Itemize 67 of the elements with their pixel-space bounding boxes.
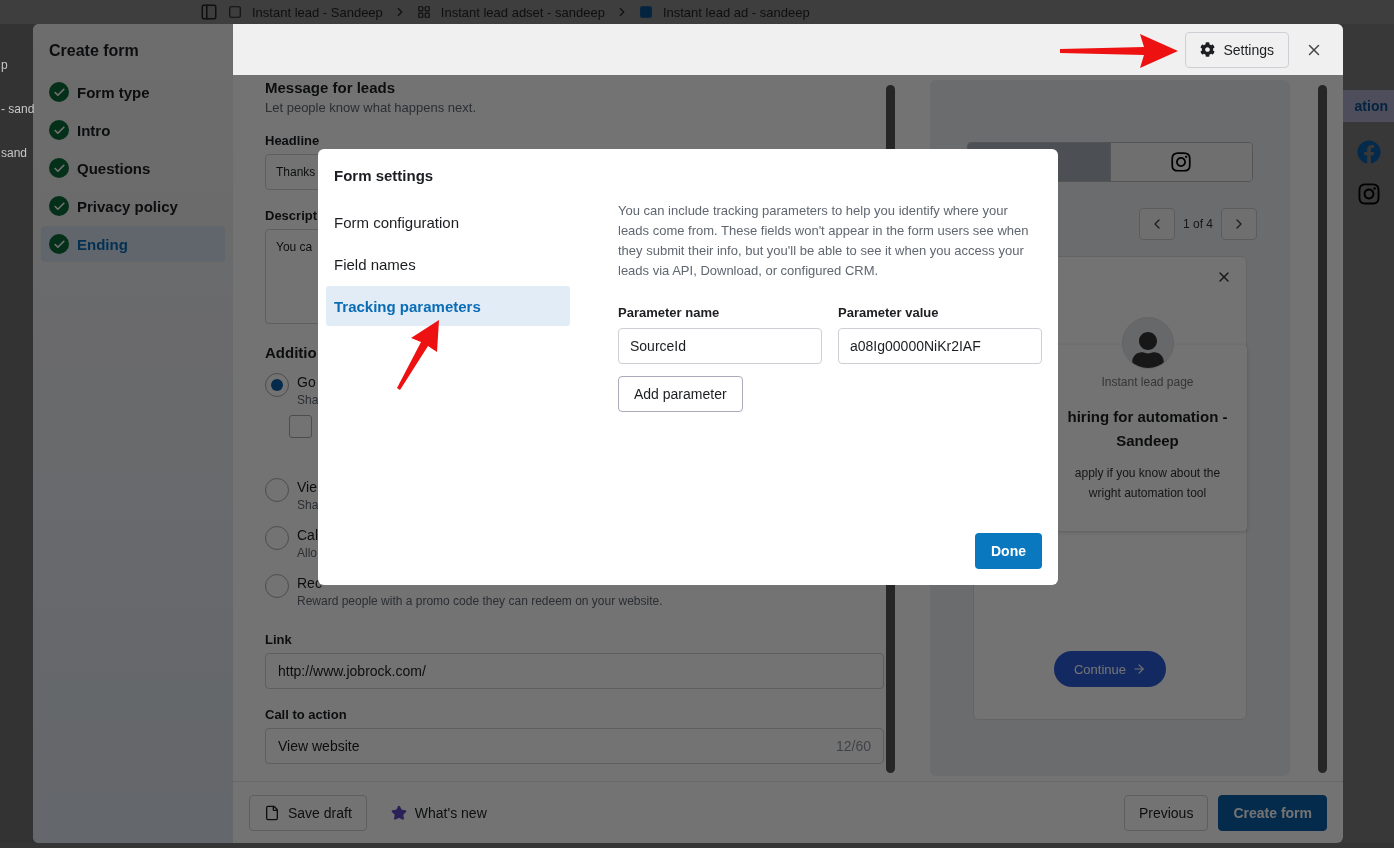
- field-label: Parameter value: [838, 305, 940, 320]
- grid-icon: [416, 5, 431, 19]
- instagram-icon[interactable]: [1356, 182, 1381, 206]
- checkbox[interactable]: [289, 415, 312, 438]
- sidebar-text: - sand: [1, 102, 35, 116]
- instagram-icon: [1170, 151, 1193, 173]
- radio-button[interactable]: [265, 526, 289, 550]
- previous-page-button[interactable]: [1138, 208, 1175, 240]
- card-text: apply if you know about the wright automation tool: [1074, 465, 1221, 502]
- parameter-name-field[interactable]: SourceId: [618, 328, 822, 364]
- step-item[interactable]: Intro: [41, 112, 225, 148]
- option-title: Go: [297, 373, 317, 391]
- dialog-title: Form settings: [333, 166, 435, 186]
- create-form-button[interactable]: Create form: [1218, 794, 1327, 831]
- link-field[interactable]: http://www.jobrock.com/: [265, 653, 884, 689]
- settings-nav-item[interactable]: Tracking parameters: [326, 286, 570, 326]
- radio-button[interactable]: [265, 574, 289, 598]
- sidebar-text: p: [1, 58, 8, 72]
- field-label: Parameter name: [618, 305, 721, 320]
- platform-tab[interactable]: [1109, 143, 1252, 181]
- square-icon: [228, 5, 242, 19]
- option-title: Vie: [297, 478, 318, 496]
- field-label: Descript: [265, 208, 318, 223]
- settings-button[interactable]: Settings: [1185, 31, 1289, 68]
- done-button[interactable]: Done: [975, 533, 1042, 569]
- field-label: Headline: [265, 133, 320, 148]
- section-title: Message for leads: [265, 79, 396, 96]
- tracking-description: You can include tracking parameters to help you identify where your leads come from. These fields won't appear in the form users see when they submit their info, but you'll be able to see it when you access your leads via API, Download, or configured CRM.: [618, 202, 1030, 280]
- card-headline: hiring for automation - Sandeep: [1067, 407, 1228, 451]
- previous-button[interactable]: Previous: [1123, 794, 1209, 831]
- star-icon: [390, 804, 407, 821]
- step-item[interactable]: Privacy policy: [41, 188, 225, 224]
- continue-button[interactable]: Continue: [1053, 651, 1166, 687]
- settings-nav-item[interactable]: Field names: [326, 244, 570, 284]
- field-label: Link: [265, 632, 292, 647]
- save-draft-button[interactable]: Save draft: [249, 794, 367, 831]
- section-title: Additio: [265, 344, 317, 361]
- sidebar-title: Create form: [48, 42, 140, 61]
- option-title: Rec: [297, 574, 323, 592]
- step-item[interactable]: Form type: [41, 74, 225, 110]
- page-name: Instant lead page: [1101, 375, 1194, 389]
- option-description: Reward people with a promo code they can redeem on your website.: [297, 593, 663, 610]
- radio-button[interactable]: [265, 478, 289, 502]
- option-description: Sha: [297, 392, 319, 409]
- option-title: Cal: [297, 526, 318, 544]
- whats-new-link[interactable]: What's new: [384, 803, 493, 822]
- sidebar-text: sand: [1, 146, 28, 160]
- facebook-icon[interactable]: [1356, 140, 1381, 164]
- add-parameter-button[interactable]: Add parameter: [618, 376, 743, 412]
- scrollbar[interactable]: [1318, 85, 1327, 773]
- settings-nav-item[interactable]: Form configuration: [326, 202, 570, 242]
- radio-button[interactable]: [265, 373, 289, 397]
- step-item[interactable]: Questions: [41, 150, 225, 186]
- file-icon: [264, 804, 280, 821]
- next-page-button[interactable]: [1221, 208, 1257, 240]
- gear-icon: [1200, 42, 1216, 57]
- step-item[interactable]: Ending: [41, 226, 225, 262]
- arrow-right-icon: [1132, 662, 1146, 676]
- field-label: Call to action: [265, 707, 347, 722]
- option-description: Allo: [297, 545, 318, 562]
- page-indicator: 1 of 4: [1182, 217, 1213, 231]
- option-description: Sha: [297, 497, 319, 514]
- square-icon: [638, 5, 653, 19]
- panel-icon[interactable]: [200, 3, 218, 21]
- parameter-value-field[interactable]: a08Ig00000NiKr2IAF: [838, 328, 1042, 364]
- pointer-arrow: [397, 320, 439, 390]
- section-subtitle: Let people know what happens next.: [265, 100, 477, 115]
